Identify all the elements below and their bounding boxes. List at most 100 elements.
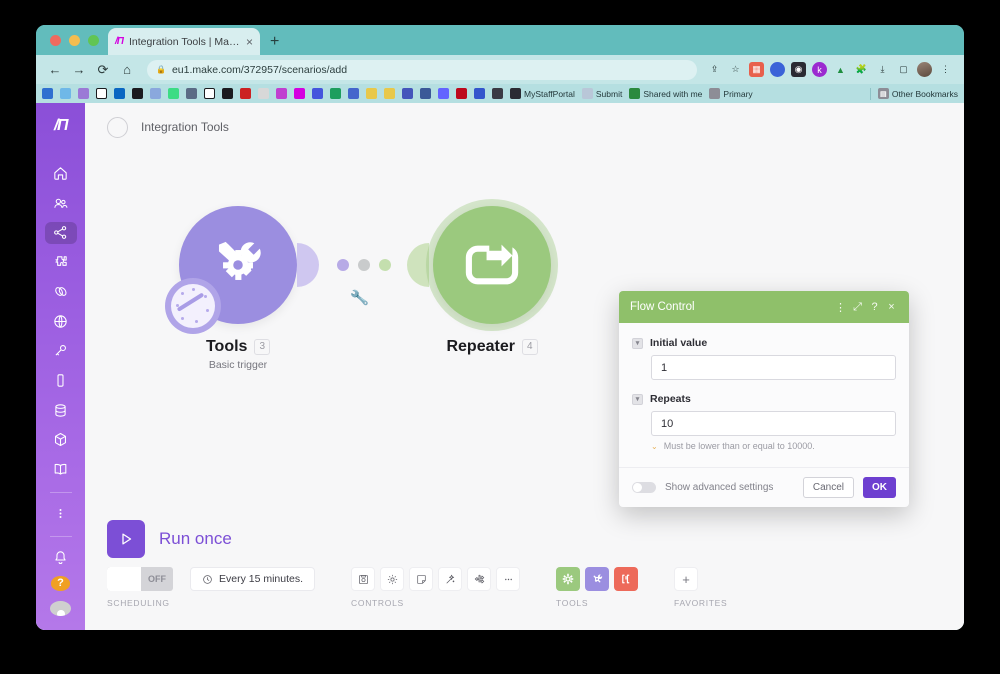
sidebar-item-notifications[interactable] bbox=[45, 547, 77, 569]
extension-red-icon[interactable]: ▦ bbox=[749, 62, 764, 77]
sidebar-item-docs[interactable] bbox=[45, 458, 77, 480]
share-icon[interactable]: ⇪ bbox=[707, 62, 722, 77]
cancel-button[interactable]: Cancel bbox=[802, 477, 854, 498]
text-parser-tool-button[interactable] bbox=[614, 567, 639, 591]
scenario-canvas[interactable]: Tools 3 Basic trigger 🔧 Repeater 4 Flow … bbox=[85, 151, 964, 520]
bookmark-item[interactable] bbox=[42, 88, 53, 99]
add-favorite-button[interactable]: + bbox=[674, 567, 699, 591]
bookmark-item[interactable] bbox=[420, 88, 431, 99]
repeats-input[interactable]: 10 bbox=[651, 411, 896, 436]
bookmark-item[interactable] bbox=[474, 88, 485, 99]
browser-tab[interactable]: /П Integration Tools | Make × bbox=[108, 28, 260, 55]
tools-tool-button[interactable] bbox=[585, 567, 610, 591]
module-repeater[interactable]: Repeater 4 bbox=[426, 199, 558, 356]
expand-icon[interactable]: ⤢ bbox=[849, 299, 866, 316]
chevron-down-icon[interactable]: ▾ bbox=[632, 337, 643, 349]
connector-output-port[interactable] bbox=[297, 243, 319, 287]
auto-align-icon[interactable] bbox=[438, 567, 463, 591]
sidebar-item-data-structures[interactable] bbox=[45, 429, 77, 451]
module-icon-circle[interactable] bbox=[165, 206, 297, 334]
bookmark-item[interactable] bbox=[366, 88, 377, 99]
reload-button[interactable]: ⟳ bbox=[93, 60, 113, 80]
home-button[interactable]: ⌂ bbox=[117, 60, 137, 80]
bookmark-other[interactable]: ▤ Other Bookmarks bbox=[877, 88, 958, 99]
module-tools[interactable]: Tools 3 Basic trigger bbox=[165, 206, 297, 371]
downloads-icon[interactable]: ⤓ bbox=[875, 62, 890, 77]
settings-gear-icon[interactable] bbox=[380, 567, 405, 591]
connector-dots[interactable] bbox=[337, 259, 391, 271]
profile-avatar[interactable] bbox=[917, 62, 932, 77]
minimize-window-button[interactable] bbox=[69, 35, 80, 46]
bookmark-item[interactable]: MyStaffPortal bbox=[510, 88, 575, 99]
close-icon[interactable]: × bbox=[246, 36, 253, 48]
maximize-window-button[interactable] bbox=[88, 35, 99, 46]
more-options-icon[interactable] bbox=[496, 567, 521, 591]
save-icon[interactable] bbox=[351, 567, 376, 591]
bookmark-item[interactable] bbox=[492, 88, 503, 99]
bookmark-item[interactable] bbox=[168, 88, 179, 99]
scheduling-toggle[interactable]: OFF bbox=[107, 567, 173, 591]
bookmark-item[interactable] bbox=[294, 88, 305, 99]
bookmark-item[interactable] bbox=[258, 88, 269, 99]
schedule-interval-button[interactable]: Every 15 minutes. bbox=[190, 567, 316, 591]
bookmark-item[interactable]: Shared with me bbox=[629, 88, 702, 99]
bookmark-item[interactable] bbox=[312, 88, 323, 99]
sidepanel-icon[interactable]: ▢ bbox=[896, 62, 911, 77]
explain-flow-icon[interactable] bbox=[467, 567, 492, 591]
close-icon[interactable]: × bbox=[883, 299, 900, 316]
sidebar-item-webhooks[interactable] bbox=[45, 311, 77, 333]
bookmark-star-icon[interactable]: ☆ bbox=[728, 62, 743, 77]
back-button[interactable]: ← bbox=[45, 60, 65, 80]
sidebar-item-templates[interactable] bbox=[45, 252, 77, 274]
bookmark-item[interactable] bbox=[240, 88, 251, 99]
advanced-settings-toggle[interactable] bbox=[632, 482, 656, 493]
bookmark-item[interactable]: Primary bbox=[709, 88, 753, 99]
sidebar-item-more[interactable] bbox=[45, 503, 77, 525]
extensions-puzzle-icon[interactable]: 🧩 bbox=[854, 62, 869, 77]
sidebar-item-data-stores[interactable] bbox=[45, 399, 77, 421]
bookmark-item[interactable] bbox=[114, 88, 125, 99]
ok-button[interactable]: OK bbox=[863, 477, 896, 498]
flow-control-dialog[interactable]: Flow Control ⋮ ⤢ ? × ▾ Initial value 1 ▾… bbox=[619, 291, 909, 507]
bookmark-item[interactable] bbox=[402, 88, 413, 99]
sidebar-item-home[interactable] bbox=[45, 163, 77, 185]
bookmark-item[interactable]: Submit bbox=[581, 88, 622, 99]
bookmark-item[interactable] bbox=[96, 88, 107, 99]
bookmark-item[interactable] bbox=[330, 88, 341, 99]
flow-control-tool-button[interactable] bbox=[556, 567, 581, 591]
close-window-button[interactable] bbox=[50, 35, 61, 46]
extension-blue-icon[interactable] bbox=[770, 62, 785, 77]
chevron-down-icon[interactable]: ▾ bbox=[632, 393, 643, 405]
bookmark-item[interactable] bbox=[60, 88, 71, 99]
chrome-menu-icon[interactable]: ⋮ bbox=[938, 62, 953, 77]
sidebar-item-scenarios[interactable] bbox=[44, 222, 77, 244]
bookmark-item[interactable] bbox=[438, 88, 449, 99]
arrow-left-icon[interactable]: arrow-left-icon bbox=[107, 116, 128, 138]
bookmark-item[interactable] bbox=[222, 88, 233, 99]
google-drive-icon[interactable]: ▲ bbox=[833, 62, 848, 77]
notes-icon[interactable] bbox=[409, 567, 434, 591]
bookmark-item[interactable] bbox=[132, 88, 143, 99]
bookmark-item[interactable] bbox=[78, 88, 89, 99]
bookmark-item[interactable] bbox=[186, 88, 197, 99]
forward-button[interactable]: → bbox=[69, 60, 89, 80]
avatar[interactable] bbox=[50, 600, 71, 617]
menu-dots-icon[interactable]: ⋮ bbox=[832, 299, 849, 316]
sidebar-item-team[interactable] bbox=[45, 193, 77, 215]
bookmark-item[interactable] bbox=[276, 88, 287, 99]
extension-k-icon[interactable]: k bbox=[812, 62, 827, 77]
address-bar[interactable]: 🔒 eu1.make.com/372957/scenarios/add bbox=[147, 59, 697, 80]
sidebar-item-devices[interactable] bbox=[45, 370, 77, 392]
bookmark-item[interactable] bbox=[150, 88, 161, 99]
initial-value-input[interactable]: 1 bbox=[651, 355, 896, 380]
bookmark-item[interactable] bbox=[204, 88, 215, 99]
extension-dark-icon[interactable]: ◉ bbox=[791, 62, 806, 77]
help-icon[interactable]: ? bbox=[866, 299, 883, 316]
new-tab-button[interactable]: + bbox=[270, 34, 279, 50]
help-icon[interactable]: ? bbox=[51, 576, 70, 591]
sidebar-item-keys[interactable] bbox=[45, 340, 77, 362]
bookmark-item[interactable] bbox=[348, 88, 359, 99]
sidebar-item-connections[interactable] bbox=[45, 281, 77, 303]
run-once-button[interactable] bbox=[107, 520, 145, 558]
bookmark-item[interactable] bbox=[384, 88, 395, 99]
